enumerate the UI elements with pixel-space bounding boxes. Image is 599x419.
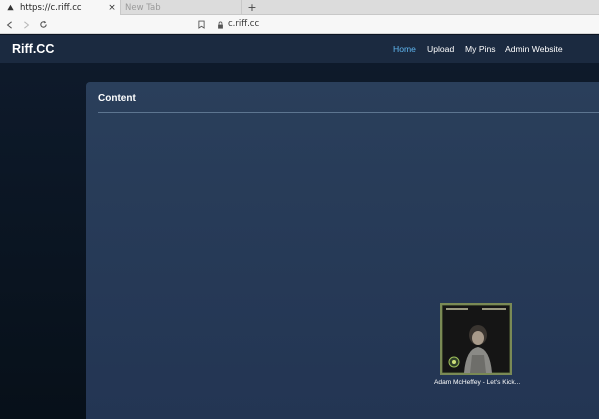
content-card[interactable]: Adam McHeffey - Let's Kick...: [434, 303, 520, 386]
section-divider: [98, 112, 599, 113]
browser-tab-title: New Tab: [125, 2, 161, 13]
new-tab-button[interactable]: +: [245, 0, 259, 15]
browser-tab-title: https://c.riff.cc: [20, 2, 82, 13]
back-icon[interactable]: [3, 15, 17, 34]
browser-tab-strip: https://c.riff.cc × New Tab +: [0, 0, 599, 15]
forward-icon[interactable]: [19, 15, 33, 34]
lock-icon: [215, 15, 225, 34]
browser-toolbar: c.riff.cc: [0, 15, 599, 34]
site-logo[interactable]: Riff.CC: [12, 35, 54, 63]
content-panel: Content Adam McHeffey - Let's Kick...: [86, 82, 599, 419]
url-field[interactable]: c.riff.cc: [228, 15, 259, 34]
nav-my-pins[interactable]: My Pins: [465, 35, 496, 63]
nav-home[interactable]: Home: [393, 35, 416, 63]
section-title: Content: [98, 93, 136, 104]
bookmark-icon[interactable]: [195, 15, 207, 34]
browser-tab-inactive[interactable]: New Tab: [121, 0, 242, 15]
browser-tab-active[interactable]: https://c.riff.cc ×: [0, 0, 121, 15]
nav-upload[interactable]: Upload: [427, 35, 454, 63]
site-header: Riff.CC Home Upload My Pins Admin Websit…: [0, 35, 599, 63]
nav-admin-website[interactable]: Admin Website: [505, 35, 563, 63]
reload-icon[interactable]: [36, 15, 50, 34]
close-icon[interactable]: ×: [106, 3, 118, 13]
card-title[interactable]: Adam McHeffey - Let's Kick...: [434, 379, 520, 386]
warning-icon: [4, 4, 16, 11]
album-cover-image[interactable]: [440, 303, 512, 375]
